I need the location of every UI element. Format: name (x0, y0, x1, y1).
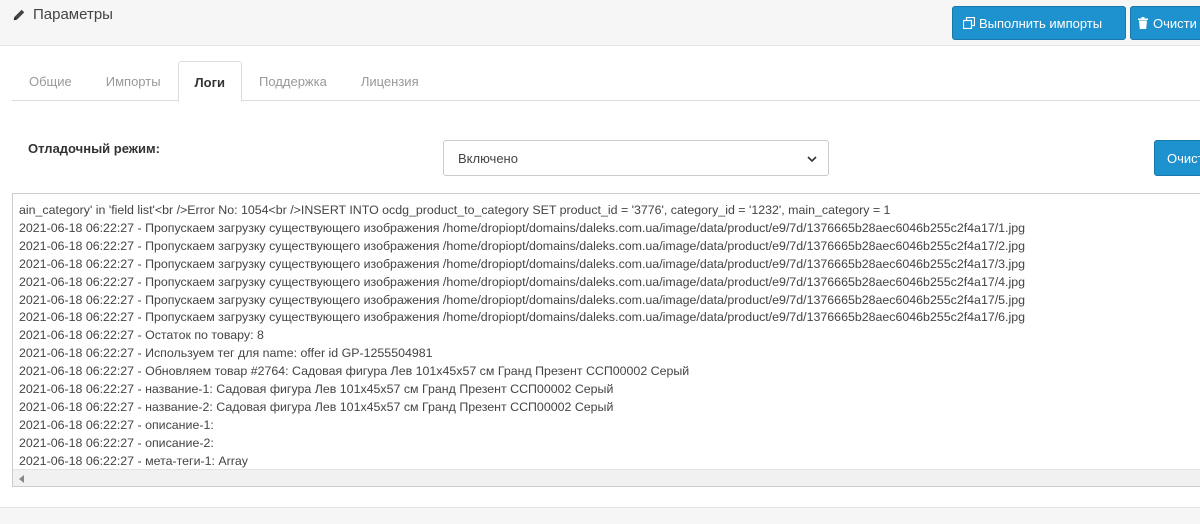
clear-all-label: Очисти (1153, 15, 1197, 31)
log-line: 2021-06-18 06:22:27 - Пропускаем загрузк… (19, 274, 1026, 289)
log-line: 2021-06-18 06:22:27 - Обновляем товар #2… (19, 364, 690, 379)
run-import-button[interactable]: Выполнить импорты (952, 6, 1126, 40)
horizontal-scrollbar[interactable] (13, 469, 1200, 486)
log-line: 2021-06-18 06:22:27 - название-2: Садова… (19, 399, 614, 414)
log-lines: ain_category' in 'field list'<br />Error… (19, 202, 1200, 471)
page-footer (0, 507, 1200, 524)
tab-imports[interactable]: Импорты (89, 61, 178, 101)
copy-icon (963, 17, 975, 29)
log-line: 2021-06-18 06:22:27 - описание-2: (19, 435, 214, 450)
page-header: Параметры Выполнить импорты Очисти (0, 0, 1200, 46)
scroll-left-arrow-icon[interactable] (19, 475, 24, 483)
log-line: 2021-06-18 06:22:27 - Пропускаем загрузк… (19, 292, 1026, 307)
log-line: 2021-06-18 06:22:27 - Пропускаем загрузк… (19, 220, 1026, 235)
log-textarea[interactable]: ain_category' in 'field list'<br />Error… (12, 193, 1200, 487)
clear-log-button[interactable]: Очистить (1154, 140, 1200, 176)
clear-log-label: Очистить (1167, 150, 1200, 166)
settings-tabs: Общие Импорты Логи Поддержка Лицензия (12, 61, 1200, 102)
log-line: 2021-06-18 06:22:27 - Пропускаем загрузк… (19, 256, 1026, 271)
pencil-icon (13, 9, 25, 20)
debug-mode-value: Включено (458, 150, 518, 166)
log-line: ain_category' in 'field list'<br />Error… (19, 203, 891, 217)
log-line: 2021-06-18 06:22:27 - Пропускаем загрузк… (19, 310, 1026, 325)
clear-all-button[interactable]: Очисти (1130, 6, 1200, 40)
trash-icon (1138, 17, 1148, 29)
log-line: 2021-06-18 06:22:27 - Пропускаем загрузк… (19, 238, 1026, 253)
log-line: 2021-06-18 06:22:27 - Остаток по товару:… (19, 328, 264, 343)
log-line: 2021-06-18 06:22:27 - название-1: Садова… (19, 382, 614, 397)
tab-logs[interactable]: Логи (177, 61, 243, 102)
log-line: 2021-06-18 06:22:27 - Используем тег для… (19, 346, 433, 361)
chevron-down-icon (807, 156, 817, 163)
debug-mode-select[interactable]: Включено (443, 140, 829, 176)
log-line: 2021-06-18 06:22:27 - описание-1: (19, 417, 214, 432)
log-line: 2021-06-18 06:22:27 - мета-теги-1: Array (19, 453, 248, 468)
page-title: Параметры (12, 6, 113, 23)
tab-support[interactable]: Поддержка (242, 61, 344, 101)
run-import-label: Выполнить импорты (979, 15, 1103, 31)
tab-general[interactable]: Общие (12, 61, 89, 101)
debug-mode-label: Отладочный режим: (28, 141, 160, 156)
page-title-text: Параметры (33, 6, 113, 23)
tab-license[interactable]: Лицензия (344, 61, 436, 101)
